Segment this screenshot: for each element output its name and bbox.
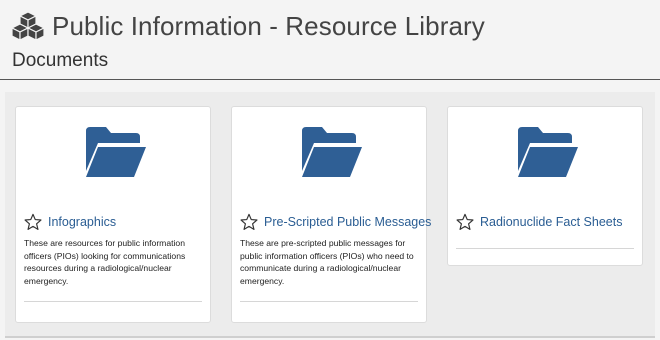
folder-open-icon[interactable] — [84, 125, 148, 181]
documents-panel: Infographics These are resources for pub… — [5, 92, 655, 338]
resource-card-pre-scripted-public-messages[interactable]: Pre-Scripted Public Messages These are p… — [231, 106, 431, 323]
folder-open-icon[interactable] — [516, 125, 580, 181]
card-title-link[interactable]: Infographics — [48, 215, 116, 229]
resource-library-page: Public Information - Resource Library Do… — [0, 0, 660, 340]
star-outline-icon[interactable] — [240, 213, 258, 231]
page-title: Public Information - Resource Library — [52, 10, 485, 41]
card-description: These are resources for public informati… — [24, 238, 186, 286]
resource-card-radionuclide-fact-sheets[interactable]: Radionuclide Fact Sheets — [447, 106, 643, 266]
star-outline-icon[interactable] — [456, 213, 474, 231]
card-divider — [456, 248, 634, 249]
card-description: These are pre-scripted public messages f… — [240, 238, 414, 286]
resource-card-infographics[interactable]: Infographics These are resources for pub… — [15, 106, 211, 323]
section-divider — [0, 79, 660, 80]
card-divider — [240, 301, 418, 302]
card-header: Pre-Scripted Public Messages — [240, 213, 431, 231]
section-title: Documents — [12, 50, 109, 71]
card-divider — [24, 301, 202, 302]
card-header: Infographics — [24, 213, 116, 231]
folder-open-icon[interactable] — [300, 125, 364, 181]
page-header: Public Information - Resource Library — [12, 10, 485, 42]
cubes-icon — [12, 11, 44, 41]
card-title-link[interactable]: Radionuclide Fact Sheets — [480, 215, 622, 229]
card-title-link[interactable]: Pre-Scripted Public Messages — [264, 215, 431, 229]
card-header: Radionuclide Fact Sheets — [456, 213, 622, 231]
star-outline-icon[interactable] — [24, 213, 42, 231]
